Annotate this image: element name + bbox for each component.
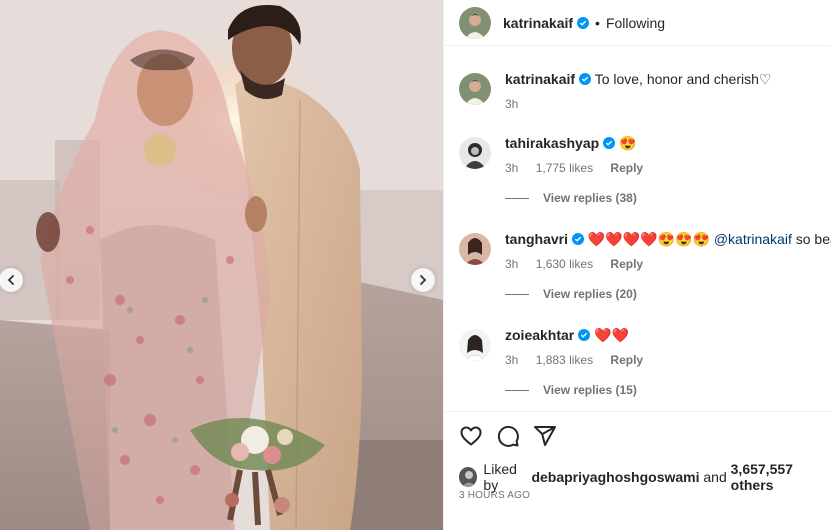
commenter-avatar[interactable]: [459, 233, 491, 265]
comment-text: ❤️❤️❤️❤️😍😍😍: [587, 231, 710, 247]
comment-text-continued: so beautiful: [795, 231, 831, 247]
comment-item: zoieakhtar ❤️❤️ 3h 1,883 likes Reply Vie…: [459, 326, 831, 397]
post-header: katrinakaif • Following: [444, 0, 831, 46]
replies-divider: [505, 389, 529, 391]
comment-time: 3h: [505, 161, 519, 175]
commenter-avatar[interactable]: [459, 329, 491, 361]
comment-username[interactable]: zoieakhtar: [505, 327, 574, 343]
caption-username[interactable]: katrinakaif: [505, 71, 575, 87]
reply-button[interactable]: Reply: [610, 161, 643, 175]
liker-username[interactable]: debapriyaghoshgoswami: [531, 469, 699, 485]
verified-badge-icon: [572, 233, 585, 245]
comment-item: tahirakashyap 😍 3h 1,775 likes Reply Vie…: [459, 134, 831, 205]
verified-badge-icon: [577, 16, 590, 29]
view-replies-button[interactable]: View replies (15): [505, 383, 657, 397]
commenter-avatar[interactable]: [459, 137, 491, 169]
action-bar: [444, 411, 831, 459]
chevron-right-icon: [420, 275, 427, 285]
post-timestamp[interactable]: 3 HOURS AGO: [459, 490, 530, 501]
comment-time: 3h: [505, 353, 519, 367]
likes-connector: and: [699, 469, 731, 485]
post-media[interactable]: [0, 0, 443, 530]
caption: katrinakaif To love, honor and cherish♡ …: [459, 70, 831, 111]
replies-divider: [505, 197, 529, 199]
view-replies-label: View replies (15): [543, 383, 637, 397]
instagram-post: katrinakaif • Following katrinakaif To l…: [0, 0, 831, 530]
mention-link[interactable]: @katrinakaif: [714, 231, 792, 247]
caption-text: To love, honor and cherish♡: [594, 71, 772, 87]
view-replies-button[interactable]: View replies (20): [505, 287, 831, 301]
verified-badge-icon: [603, 137, 616, 149]
header-separator: •: [595, 14, 600, 31]
view-replies-label: View replies (38): [543, 191, 637, 205]
following-button[interactable]: Following: [606, 15, 665, 31]
reply-button[interactable]: Reply: [610, 257, 643, 271]
replies-divider: [505, 293, 529, 295]
chevron-left-icon: [7, 275, 14, 285]
wedding-photo: [0, 0, 443, 530]
verified-badge-icon: [578, 329, 591, 341]
likes-summary: Liked by debapriyaghoshgoswami and 3,657…: [459, 461, 831, 493]
share-icon[interactable]: [533, 424, 557, 448]
post-side-panel: katrinakaif • Following katrinakaif To l…: [443, 0, 831, 530]
comment-time: 3h: [505, 257, 519, 271]
heart-icon[interactable]: [459, 424, 483, 448]
previous-photo-button[interactable]: [0, 268, 23, 292]
comment-username[interactable]: tahirakashyap: [505, 135, 599, 151]
reply-button[interactable]: Reply: [610, 353, 643, 367]
caption-avatar[interactable]: [459, 73, 491, 105]
comment-username[interactable]: tanghavri: [505, 231, 568, 247]
caption-time: 3h: [505, 97, 519, 111]
comment-likes[interactable]: 1,775 likes: [536, 161, 593, 175]
comment-icon[interactable]: [496, 424, 520, 448]
comment-item: tanghavri ❤️❤️❤️❤️😍😍😍 @katrinakaif so be…: [459, 230, 831, 301]
verified-badge-icon: [579, 73, 592, 85]
next-photo-button[interactable]: [411, 268, 435, 292]
view-replies-button[interactable]: View replies (38): [505, 191, 657, 205]
comment-text: ❤️❤️: [594, 327, 630, 343]
comment-likes[interactable]: 1,630 likes: [536, 257, 593, 271]
author-username[interactable]: katrinakaif: [503, 15, 573, 31]
likes-prefix: Liked by: [483, 461, 517, 493]
view-replies-label: View replies (20): [543, 287, 637, 301]
comment-likes[interactable]: 1,883 likes: [536, 353, 593, 367]
likes-count[interactable]: 3,657,557 others: [731, 461, 831, 493]
author-avatar[interactable]: [459, 6, 491, 39]
comments-list[interactable]: katrinakaif To love, honor and cherish♡ …: [459, 60, 831, 410]
comment-text: 😍: [619, 135, 637, 151]
liker-avatar[interactable]: [459, 467, 478, 487]
